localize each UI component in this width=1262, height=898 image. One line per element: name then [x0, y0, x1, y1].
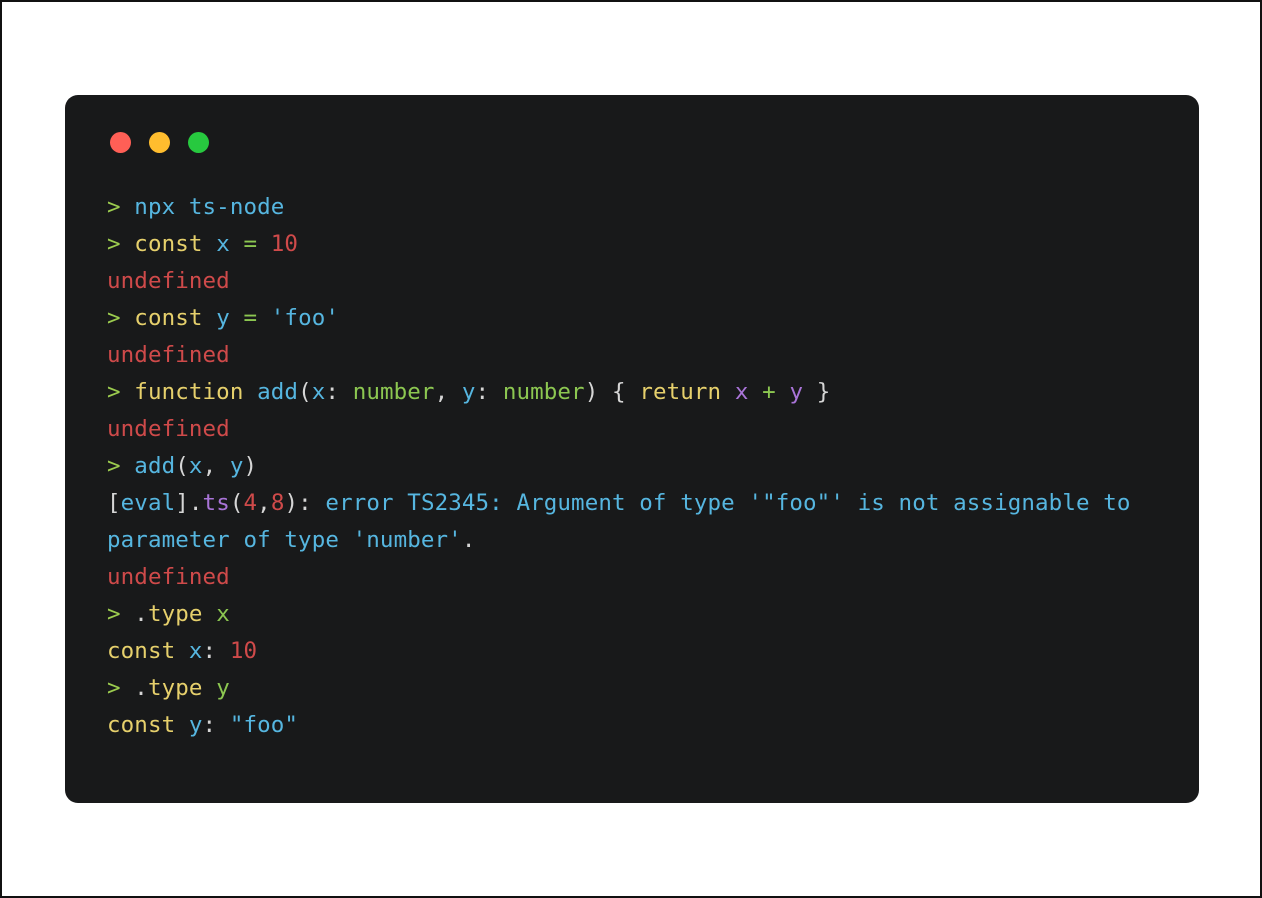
- page-canvas: > npx ts-node > const x = 10 undefined > co…: [2, 2, 1260, 896]
- token: const: [134, 231, 217, 257]
- token: return: [639, 379, 735, 405]
- token: number: [352, 379, 435, 405]
- terminal-line: > .type x: [107, 596, 1157, 633]
- token: const: [107, 638, 189, 664]
- token: >: [107, 305, 135, 331]
- token: ):: [284, 490, 326, 516]
- token: const: [107, 712, 189, 738]
- token: 8: [270, 490, 285, 516]
- token: :: [202, 712, 230, 738]
- token: +: [762, 379, 790, 405]
- token: >: [107, 194, 135, 220]
- token: npx ts-node: [134, 194, 285, 220]
- token: add: [257, 379, 299, 405]
- token: add: [134, 453, 176, 479]
- token: y: [789, 379, 804, 405]
- token: >: [107, 675, 135, 701]
- terminal-line: > .type y: [107, 670, 1157, 707]
- token: ,: [202, 453, 230, 479]
- terminal-line: > const y = 'foo': [107, 300, 1157, 337]
- token: (: [298, 379, 312, 405]
- token: type: [147, 601, 217, 627]
- minimize-window-button[interactable]: [149, 131, 170, 153]
- terminal-line: > npx ts-node: [107, 189, 1157, 226]
- token: number: [502, 379, 585, 405]
- token: y: [229, 453, 244, 479]
- terminal-console-output[interactable]: > npx ts-node > const x = 10 undefined > co…: [107, 189, 1157, 744]
- token: undefined: [107, 416, 230, 442]
- token: :: [475, 379, 503, 405]
- token: ): [243, 453, 258, 479]
- token: y: [216, 675, 230, 701]
- token: =: [243, 305, 271, 331]
- window-titlebar: [110, 125, 1157, 159]
- terminal-line: > const x = 10: [107, 226, 1157, 263]
- token: 'foo': [270, 305, 340, 331]
- terminal-line: const y: "foo": [107, 707, 1157, 744]
- token: ,: [257, 490, 271, 516]
- token: 4: [243, 490, 258, 516]
- token: .: [134, 675, 148, 701]
- token: ,: [434, 379, 462, 405]
- token: ) {: [584, 379, 640, 405]
- token: ts: [202, 490, 230, 516]
- terminal-line: [eval].ts(4,8): error TS2345: Argument o…: [107, 485, 1157, 559]
- close-window-button[interactable]: [110, 131, 131, 153]
- token: x: [188, 638, 203, 664]
- token: .: [461, 527, 476, 553]
- terminal-line: undefined: [107, 337, 1157, 374]
- token: x: [216, 231, 244, 257]
- token: eval: [120, 490, 176, 516]
- token: ].: [175, 490, 203, 516]
- terminal-line: undefined: [107, 411, 1157, 448]
- token: }: [803, 379, 831, 405]
- token: .: [134, 601, 148, 627]
- token: "foo": [229, 712, 299, 738]
- token: >: [107, 453, 135, 479]
- token: x: [188, 453, 203, 479]
- token: function: [134, 379, 258, 405]
- token: >: [107, 231, 135, 257]
- token: y: [461, 379, 476, 405]
- token: y: [188, 712, 203, 738]
- terminal-line: > add(x, y): [107, 448, 1157, 485]
- terminal-window: > npx ts-node > const x = 10 undefined > co…: [65, 95, 1199, 803]
- token: x: [216, 601, 230, 627]
- token: type: [147, 675, 217, 701]
- token: const: [134, 305, 217, 331]
- terminal-line: undefined: [107, 263, 1157, 300]
- terminal-line: const x: 10: [107, 633, 1157, 670]
- token: >: [107, 601, 135, 627]
- token: (: [229, 490, 244, 516]
- terminal-line: undefined: [107, 559, 1157, 596]
- token: 10: [229, 638, 258, 664]
- token: undefined: [107, 342, 230, 368]
- token: undefined: [107, 268, 230, 294]
- token: (: [175, 453, 189, 479]
- token: >: [107, 379, 135, 405]
- maximize-window-button[interactable]: [188, 131, 209, 153]
- token: y: [216, 305, 244, 331]
- token: x: [311, 379, 326, 405]
- terminal-line: > function add(x: number, y: number) { r…: [107, 374, 1157, 411]
- token: 10: [270, 231, 299, 257]
- token: [: [107, 490, 121, 516]
- token: =: [243, 231, 271, 257]
- token: :: [325, 379, 353, 405]
- token: x: [734, 379, 763, 405]
- token: :: [202, 638, 230, 664]
- token: undefined: [107, 564, 230, 590]
